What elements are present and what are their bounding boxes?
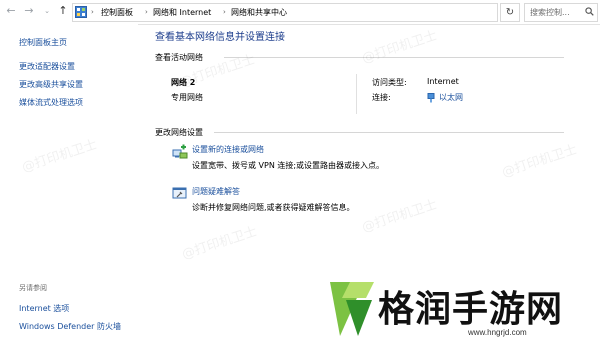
- sidebar-item-windows-defender-firewall[interactable]: Windows Defender 防火墙: [19, 321, 121, 332]
- search-input[interactable]: 搜索控制...: [524, 3, 598, 22]
- ethernet-icon: [427, 92, 435, 102]
- sidebar: 控制面板主页 更改适配器设置 更改高级共享设置 媒体流式处理选项 另请参阅 In…: [0, 24, 138, 344]
- sidebar-item-media-streaming[interactable]: 媒体流式处理选项: [19, 97, 83, 108]
- sidebar-item-control-panel-home[interactable]: 控制面板主页: [19, 37, 67, 48]
- section-divider: [214, 132, 564, 133]
- sidebar-item-internet-options[interactable]: Internet 选项: [19, 303, 69, 314]
- network-name: 网络 2: [171, 78, 196, 87]
- ethernet-connection-link[interactable]: 以太网: [427, 92, 463, 103]
- new-connection-icon: [172, 144, 188, 159]
- section-divider: [224, 57, 564, 58]
- site-logo-text: 格润手游网: [378, 289, 564, 330]
- breadcrumb-separator: ›: [91, 8, 94, 16]
- breadcrumb-network-internet[interactable]: 网络和 Internet: [153, 4, 211, 21]
- site-logo-url: www.hngrjd.com: [468, 328, 527, 337]
- sidebar-item-change-advanced-sharing[interactable]: 更改高级共享设置: [19, 79, 83, 90]
- breadcrumb-network-sharing-center[interactable]: 网络和共享中心: [231, 4, 287, 21]
- breadcrumb-separator: ›: [223, 8, 226, 16]
- forward-button[interactable]: →: [22, 4, 36, 18]
- setup-new-connection-link[interactable]: 设置新的连接或网络: [192, 144, 264, 155]
- back-button[interactable]: ←: [4, 4, 18, 18]
- search-icon[interactable]: [585, 7, 594, 16]
- troubleshoot-icon: [172, 187, 187, 199]
- site-logo-icon: [330, 282, 374, 336]
- sidebar-item-change-adapter-settings[interactable]: 更改适配器设置: [19, 61, 75, 72]
- connections-label: 连接:: [372, 93, 391, 102]
- up-button[interactable]: ↑: [56, 4, 70, 18]
- search-placeholder: 搜索控制...: [530, 8, 570, 17]
- breadcrumb[interactable]: › 控制面板 › 网络和 Internet › 网络和共享中心 ⌄: [72, 3, 567, 22]
- network-category: 专用网络: [171, 93, 203, 102]
- active-networks-label: 查看活动网络: [155, 53, 203, 62]
- control-panel-icon: [75, 6, 87, 18]
- access-type-value: Internet: [427, 77, 459, 86]
- troubleshoot-problems-description: 诊断并修复网络问题,或者获得疑难解答信息。: [192, 203, 355, 212]
- see-also-label: 另请参阅: [19, 284, 47, 292]
- refresh-button[interactable]: ↻: [500, 3, 520, 22]
- setup-new-connection-description: 设置宽带、拨号或 VPN 连接;或设置路由器或接入点。: [192, 161, 385, 170]
- page-title: 查看基本网络信息并设置连接: [155, 32, 285, 43]
- recent-locations-button[interactable]: ⌄: [40, 4, 54, 18]
- breadcrumb-separator: ›: [145, 8, 148, 16]
- address-bar: ← → ⌄ ↑ › 控制面板 › 网络和 Internet › 网络和共享中心 …: [0, 0, 600, 25]
- change-settings-label: 更改网络设置: [155, 128, 203, 137]
- breadcrumb-control-panel[interactable]: 控制面板: [101, 4, 133, 21]
- column-divider: [356, 74, 357, 114]
- troubleshoot-problems-link[interactable]: 问题疑难解答: [192, 186, 240, 197]
- site-logo: 格润手游网 www.hngrjd.com: [320, 278, 600, 344]
- ethernet-label: 以太网: [439, 93, 463, 102]
- access-type-label: 访问类型:: [372, 78, 407, 87]
